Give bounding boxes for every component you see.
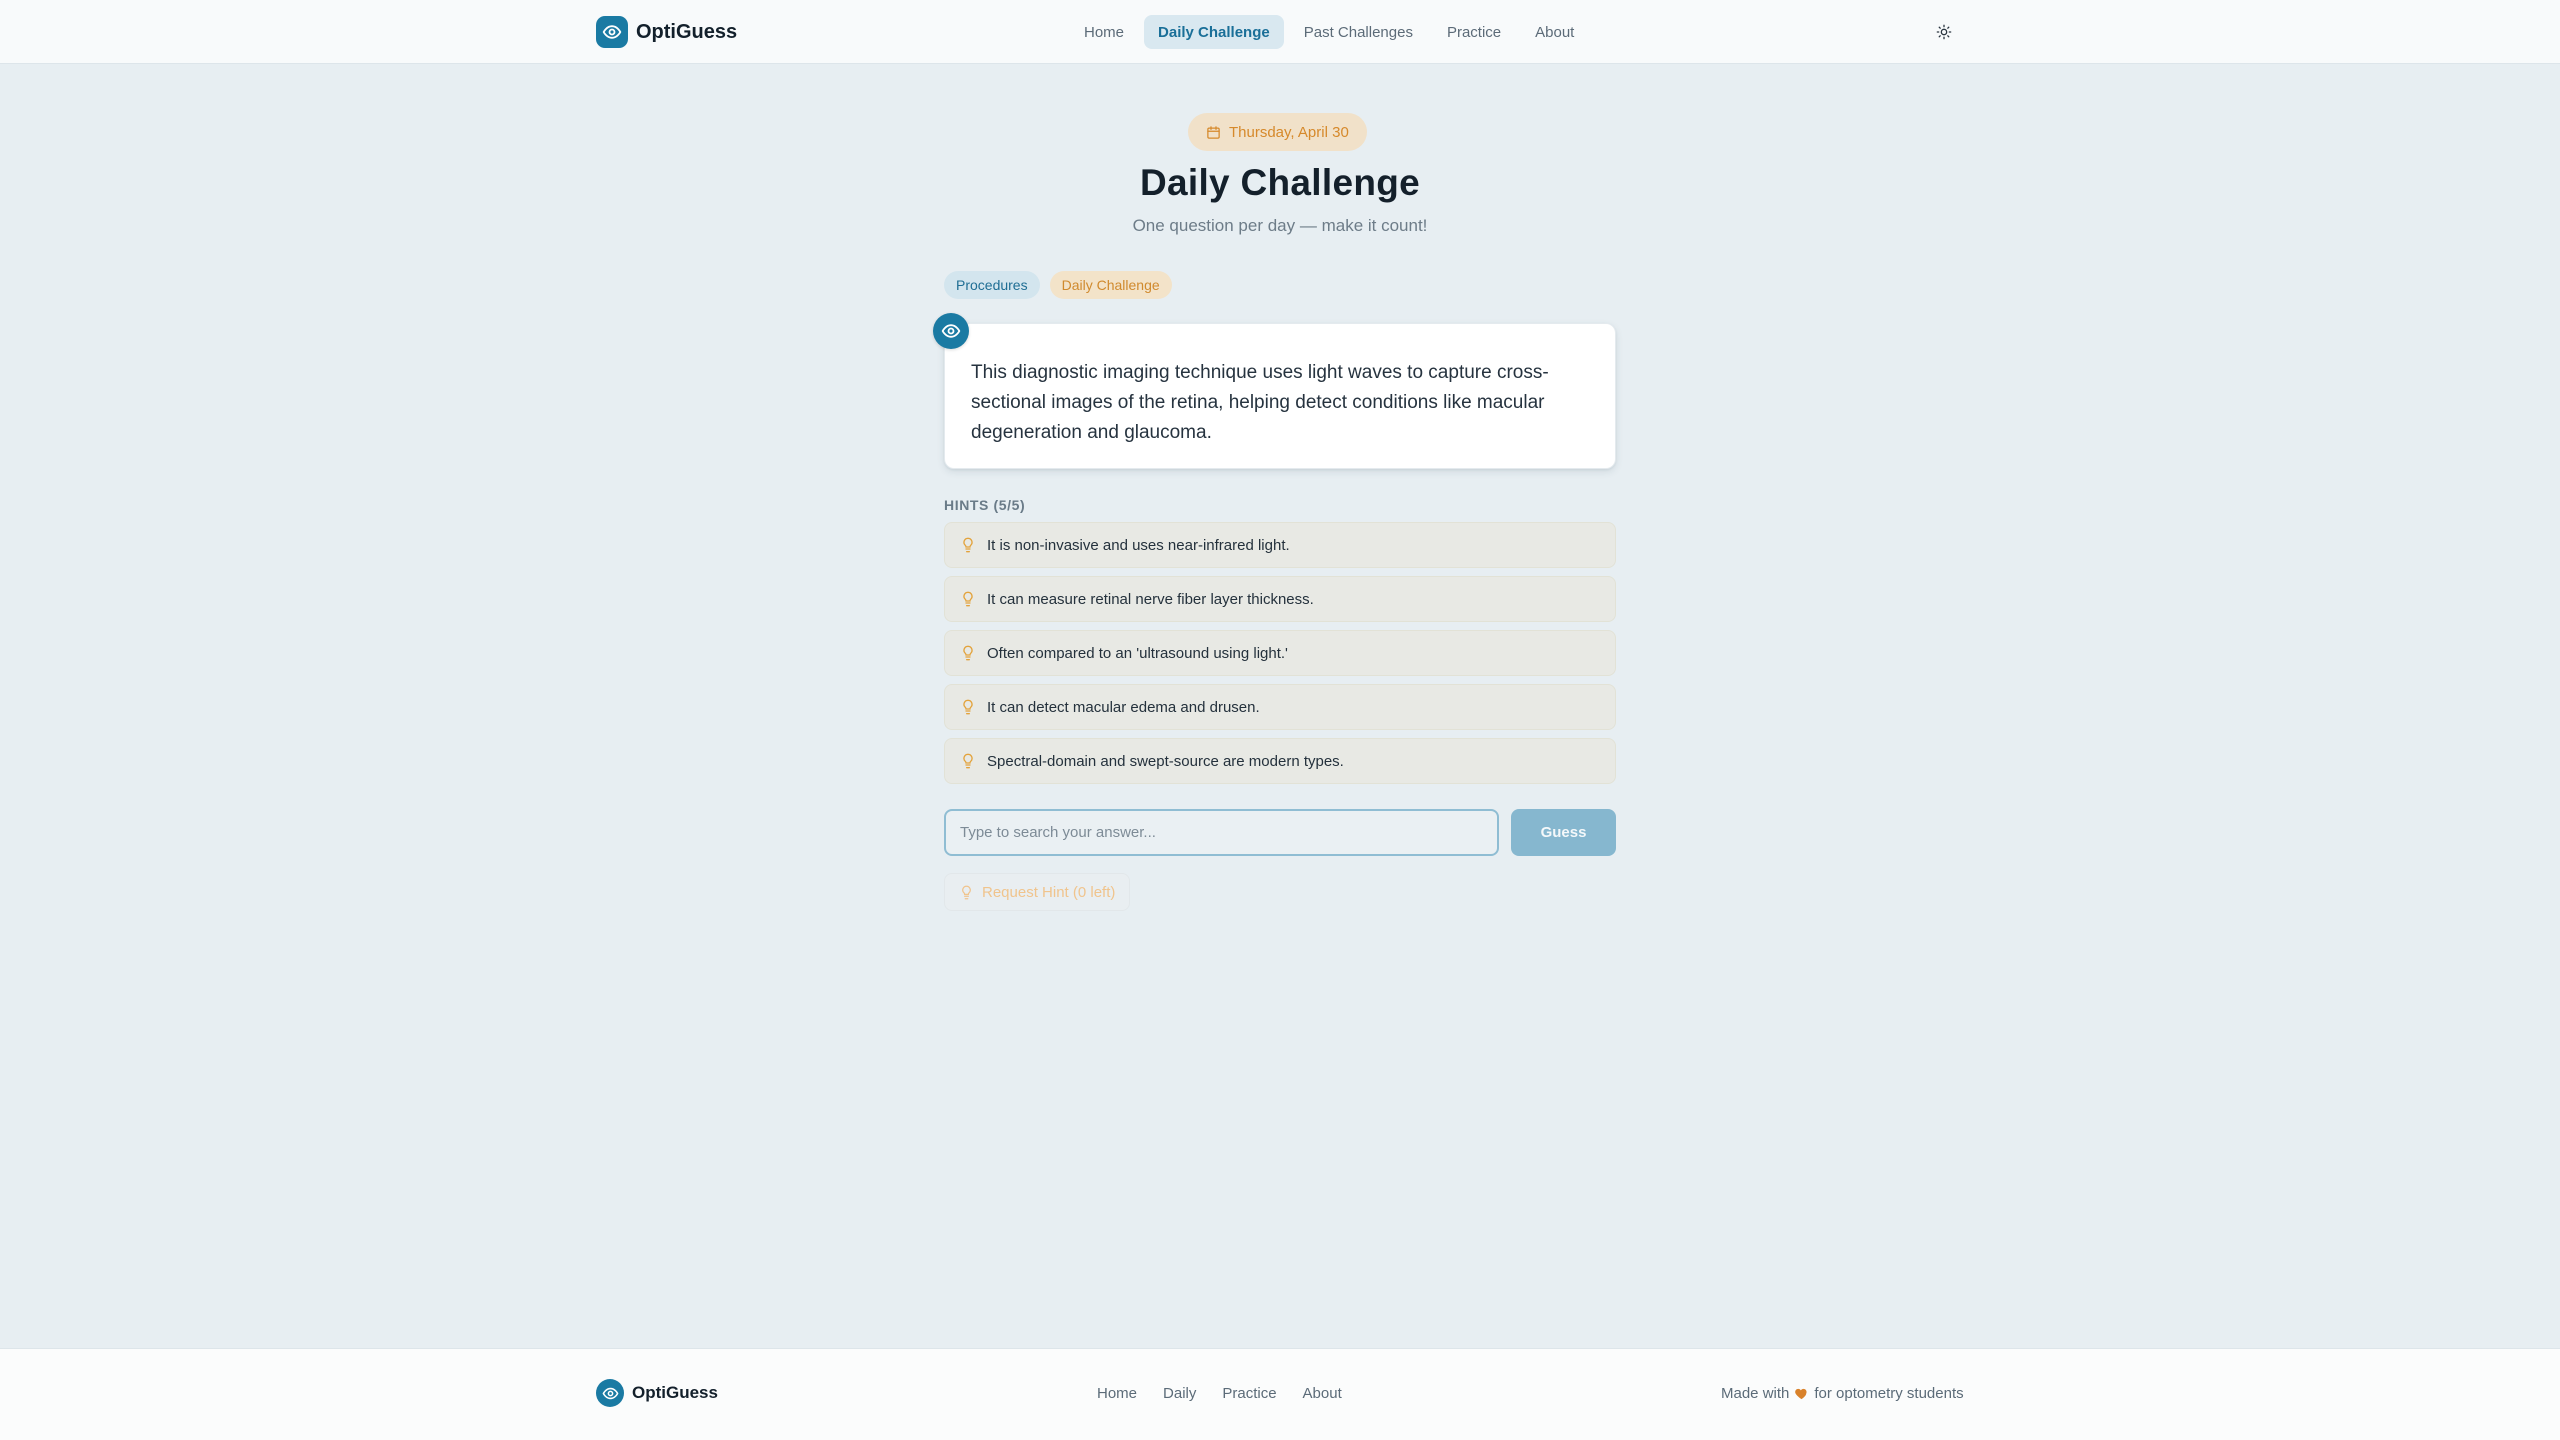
hint-text: It can detect macular edema and drusen.	[987, 698, 1260, 716]
question-card: This diagnostic imaging technique uses l…	[944, 323, 1616, 469]
question-text: This diagnostic imaging technique uses l…	[971, 362, 1549, 443]
footer-link-about[interactable]: About	[1303, 1385, 1342, 1402]
hints-list: It is non-invasive and uses near-infrare…	[944, 522, 1616, 792]
brand-name: OptiGuess	[636, 20, 738, 43]
hint-item: It can detect macular edema and drusen.	[944, 684, 1616, 730]
request-hint-button[interactable]: Request Hint (0 left)	[944, 873, 1131, 911]
lightbulb-icon	[959, 698, 977, 716]
hints-heading: HINTS (5/5)	[944, 497, 1026, 513]
nav-about[interactable]: About	[1521, 15, 1588, 49]
calendar-icon	[1207, 125, 1220, 139]
request-hint-label: Request Hint (0 left)	[982, 883, 1116, 901]
top-navbar: OptiGuess Home Daily Challenge Past Chal…	[0, 0, 2560, 64]
category-tag: Procedures	[944, 271, 1040, 299]
nav-past-challenges[interactable]: Past Challenges	[1290, 15, 1427, 49]
brand-logo[interactable]: OptiGuess	[596, 16, 737, 48]
hint-item: Spectral-domain and swept-source are mod…	[944, 738, 1616, 784]
heart-icon	[1795, 1388, 1807, 1400]
hint-item: It is non-invasive and uses near-infrare…	[944, 522, 1616, 568]
credit-text-end: for optometry students	[1814, 1385, 1964, 1402]
lightbulb-icon	[959, 536, 977, 554]
nav-home[interactable]: Home	[1070, 15, 1138, 49]
guess-button[interactable]: Guess	[1511, 809, 1616, 856]
footer-link-home[interactable]: Home	[1097, 1385, 1137, 1402]
question-tags: Procedures Daily Challenge	[944, 271, 1172, 299]
eye-icon	[933, 313, 969, 349]
lightbulb-icon	[959, 644, 977, 662]
date-badge: Thursday, April 30	[1188, 113, 1367, 151]
eye-icon	[596, 1379, 624, 1407]
hint-item: Often compared to an 'ultrasound using l…	[944, 630, 1616, 676]
nav-daily-challenge[interactable]: Daily Challenge	[1144, 15, 1284, 49]
hint-text: Spectral-domain and swept-source are mod…	[987, 752, 1344, 770]
mode-tag: Daily Challenge	[1049, 271, 1172, 299]
hint-item: It can measure retinal nerve fiber layer…	[944, 576, 1616, 622]
nav-practice[interactable]: Practice	[1433, 15, 1515, 49]
challenge-date: Thursday, April 30	[1229, 123, 1349, 141]
credit-text-start: Made with	[1721, 1385, 1790, 1402]
sun-icon	[1936, 24, 1952, 40]
hint-text: It is non-invasive and uses near-infrare…	[987, 536, 1290, 554]
answer-search-input[interactable]	[944, 809, 1499, 856]
site-footer: OptiGuess Home Daily Practice About Made…	[0, 1348, 2560, 1440]
hint-text: It can measure retinal nerve fiber layer…	[987, 590, 1314, 608]
lightbulb-icon	[959, 590, 977, 608]
page-title: Daily Challenge	[1139, 162, 1421, 203]
main-nav: Home Daily Challenge Past Challenges Pra…	[1070, 15, 1588, 49]
footer-link-practice[interactable]: Practice	[1222, 1385, 1276, 1402]
footer-brand-name: OptiGuess	[632, 1383, 718, 1402]
footer-link-daily[interactable]: Daily	[1163, 1385, 1196, 1402]
footer-nav: Home Daily Practice About	[1097, 1385, 1368, 1402]
page-subtitle: One question per day — make it count!	[1132, 216, 1428, 235]
footer-credit: Made with for optometry students	[1721, 1385, 1964, 1402]
hint-text: Often compared to an 'ultrasound using l…	[987, 644, 1288, 662]
theme-toggle-button[interactable]	[1930, 18, 1958, 46]
lightbulb-icon	[962, 885, 971, 899]
lightbulb-icon	[959, 752, 977, 770]
eye-icon	[596, 16, 628, 48]
footer-brand[interactable]: OptiGuess	[596, 1379, 718, 1407]
